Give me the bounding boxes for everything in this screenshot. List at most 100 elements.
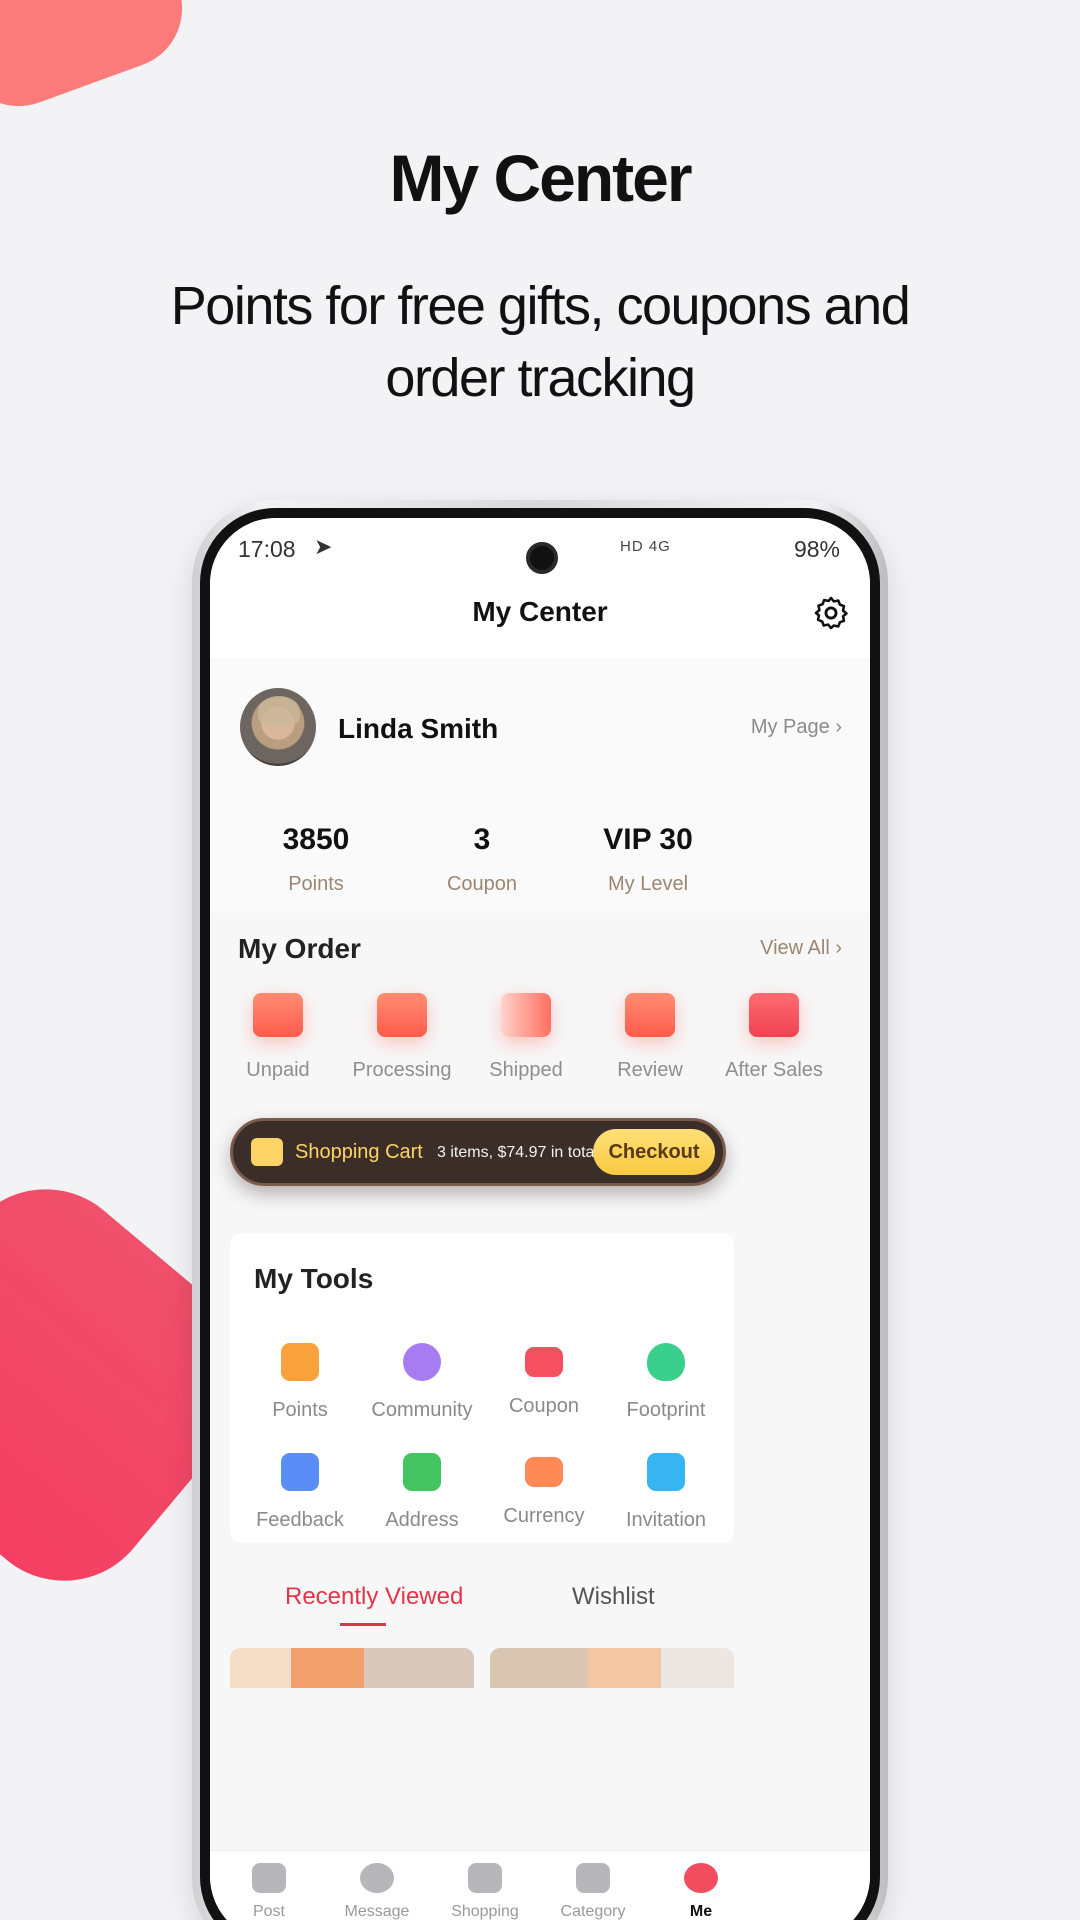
tool-label: Coupon [508, 1395, 580, 1417]
order-shipped[interactable]: Shipped [464, 983, 588, 1082]
cart-summary: 3 items, $74.97 in total [437, 1144, 598, 1161]
tool-coupon[interactable]: Coupon [482, 1343, 606, 1418]
user-name: Linda Smith [338, 713, 499, 744]
tool-label: Footprint [626, 1399, 706, 1421]
stat-label: My Level [607, 873, 689, 895]
cart-label: Shopping Cart [295, 1141, 423, 1163]
nav-label: Shopping [451, 1903, 519, 1920]
tool-address[interactable]: Address [360, 1453, 484, 1532]
nav-label: Message [344, 1903, 410, 1920]
my-page-link[interactable]: My Page › [751, 716, 842, 739]
order-unpaid[interactable]: Unpaid [216, 983, 340, 1082]
page-title: My Center [472, 596, 608, 627]
tool-label: Community [371, 1399, 473, 1421]
shopping-cart-bar[interactable]: Shopping Cart 3 items, $74.97 in total C… [230, 1118, 726, 1186]
status-bar: 17:08 ➤ HD 4G 98% [210, 518, 870, 574]
bottom-nav: Post Message Shopping Category Me [210, 1850, 870, 1920]
cart-icon [251, 1138, 283, 1166]
tool-currency[interactable]: Currency [482, 1453, 606, 1528]
stat-points[interactable]: 3850 Points [226, 823, 406, 896]
nav-shopping[interactable]: Shopping [430, 1863, 540, 1920]
nav-message[interactable]: Message [322, 1863, 432, 1920]
app-header: My Center [210, 574, 870, 658]
tool-label: Invitation [625, 1509, 707, 1531]
checkout-button[interactable]: Checkout [593, 1129, 715, 1175]
order-label: Shipped [489, 1059, 563, 1081]
status-time: 17:08 [238, 536, 296, 562]
message-icon [281, 1453, 319, 1491]
order-review[interactable]: Review [588, 983, 712, 1082]
people-icon [403, 1343, 441, 1381]
order-label: Processing [352, 1059, 452, 1081]
stat-coupon[interactable]: 3 Coupon [392, 823, 572, 896]
nav-me[interactable]: Me [646, 1863, 756, 1920]
nav-label: Category [560, 1903, 626, 1920]
tool-label: Feedback [256, 1509, 344, 1531]
stat-label: Points [288, 873, 344, 895]
return-icon [749, 993, 799, 1037]
tool-label: Points [272, 1399, 328, 1421]
tab-wishlist[interactable]: Wishlist [572, 1583, 655, 1611]
wallet-icon [253, 993, 303, 1037]
hero-title: My Center [389, 141, 692, 215]
my-order-section: My Order View All › Unpaid Processing Sh… [210, 913, 870, 1093]
ticket-icon [525, 1347, 563, 1377]
smile-icon [684, 1863, 718, 1893]
app-screen: 17:08 ➤ HD 4G 98% My Center Linda Smith … [210, 518, 870, 1920]
box-icon [377, 993, 427, 1037]
nav-label: Me [689, 1903, 713, 1920]
content-tabs: Recently Viewed Wishlist [210, 1563, 870, 1633]
stat-value: 3850 [282, 823, 350, 856]
tool-community[interactable]: Community [360, 1343, 484, 1422]
message-bubble-icon [360, 1863, 394, 1893]
order-label: After Sales [725, 1059, 823, 1081]
tab-recently-viewed[interactable]: Recently Viewed [285, 1583, 463, 1611]
order-after-sales[interactable]: After Sales [712, 983, 836, 1082]
tool-feedback[interactable]: Feedback [238, 1453, 362, 1532]
tool-points[interactable]: Points [238, 1343, 362, 1422]
network-icons: HD 4G [620, 538, 671, 555]
card-icon [525, 1457, 563, 1487]
order-processing[interactable]: Processing [340, 983, 464, 1082]
order-label: Unpaid [246, 1059, 310, 1081]
nav-post[interactable]: Post [214, 1863, 324, 1920]
gear-icon[interactable] [812, 594, 850, 632]
calendar-check-icon [403, 1453, 441, 1491]
paw-icon [647, 1343, 685, 1381]
tab-indicator [340, 1623, 386, 1626]
profile-card: Linda Smith My Page › 3850 Points 3 Coup… [210, 658, 870, 913]
view-all-link[interactable]: View All › [760, 937, 842, 960]
camera-hole [526, 542, 558, 574]
tag-icon [576, 1863, 610, 1893]
phone-frame: 17:08 ➤ HD 4G 98% My Center Linda Smith … [192, 500, 888, 1920]
hero-subtitle: Points for free gifts, coupons and order… [170, 276, 911, 408]
my-tools-card: My Tools Points Community Coupon Footpri… [230, 1233, 734, 1543]
stat-value: VIP 30 [603, 823, 693, 856]
tool-label: Currency [503, 1505, 585, 1527]
bag-icon [281, 1343, 319, 1381]
section-title: My Order [238, 933, 361, 964]
stat-value: 3 [473, 823, 491, 856]
chat-icon [625, 993, 675, 1037]
product-thumbnail[interactable] [490, 1648, 734, 1688]
send-icon: ➤ [314, 534, 333, 559]
nav-category[interactable]: Category [538, 1863, 648, 1920]
decor-blob-top [0, 0, 199, 124]
tool-label: Address [385, 1509, 459, 1531]
nav-label: Post [252, 1903, 285, 1920]
stat-label: Coupon [446, 873, 518, 895]
home-icon [468, 1863, 502, 1893]
avatar[interactable] [240, 688, 316, 766]
battery-text: 98% [793, 536, 840, 562]
tool-invitation[interactable]: Invitation [604, 1453, 728, 1532]
order-label: Review [617, 1059, 683, 1081]
my-page-label: My Page [750, 716, 830, 738]
stat-level[interactable]: VIP 30 My Level [558, 823, 738, 896]
truck-icon [501, 993, 551, 1037]
section-title: My Tools [254, 1263, 374, 1294]
product-thumbnail[interactable] [230, 1648, 474, 1688]
chevron-right-icon: › [835, 716, 842, 738]
diamond-icon [252, 1863, 286, 1893]
view-all-label: View All [760, 937, 830, 959]
tool-footprint[interactable]: Footprint [604, 1343, 728, 1422]
